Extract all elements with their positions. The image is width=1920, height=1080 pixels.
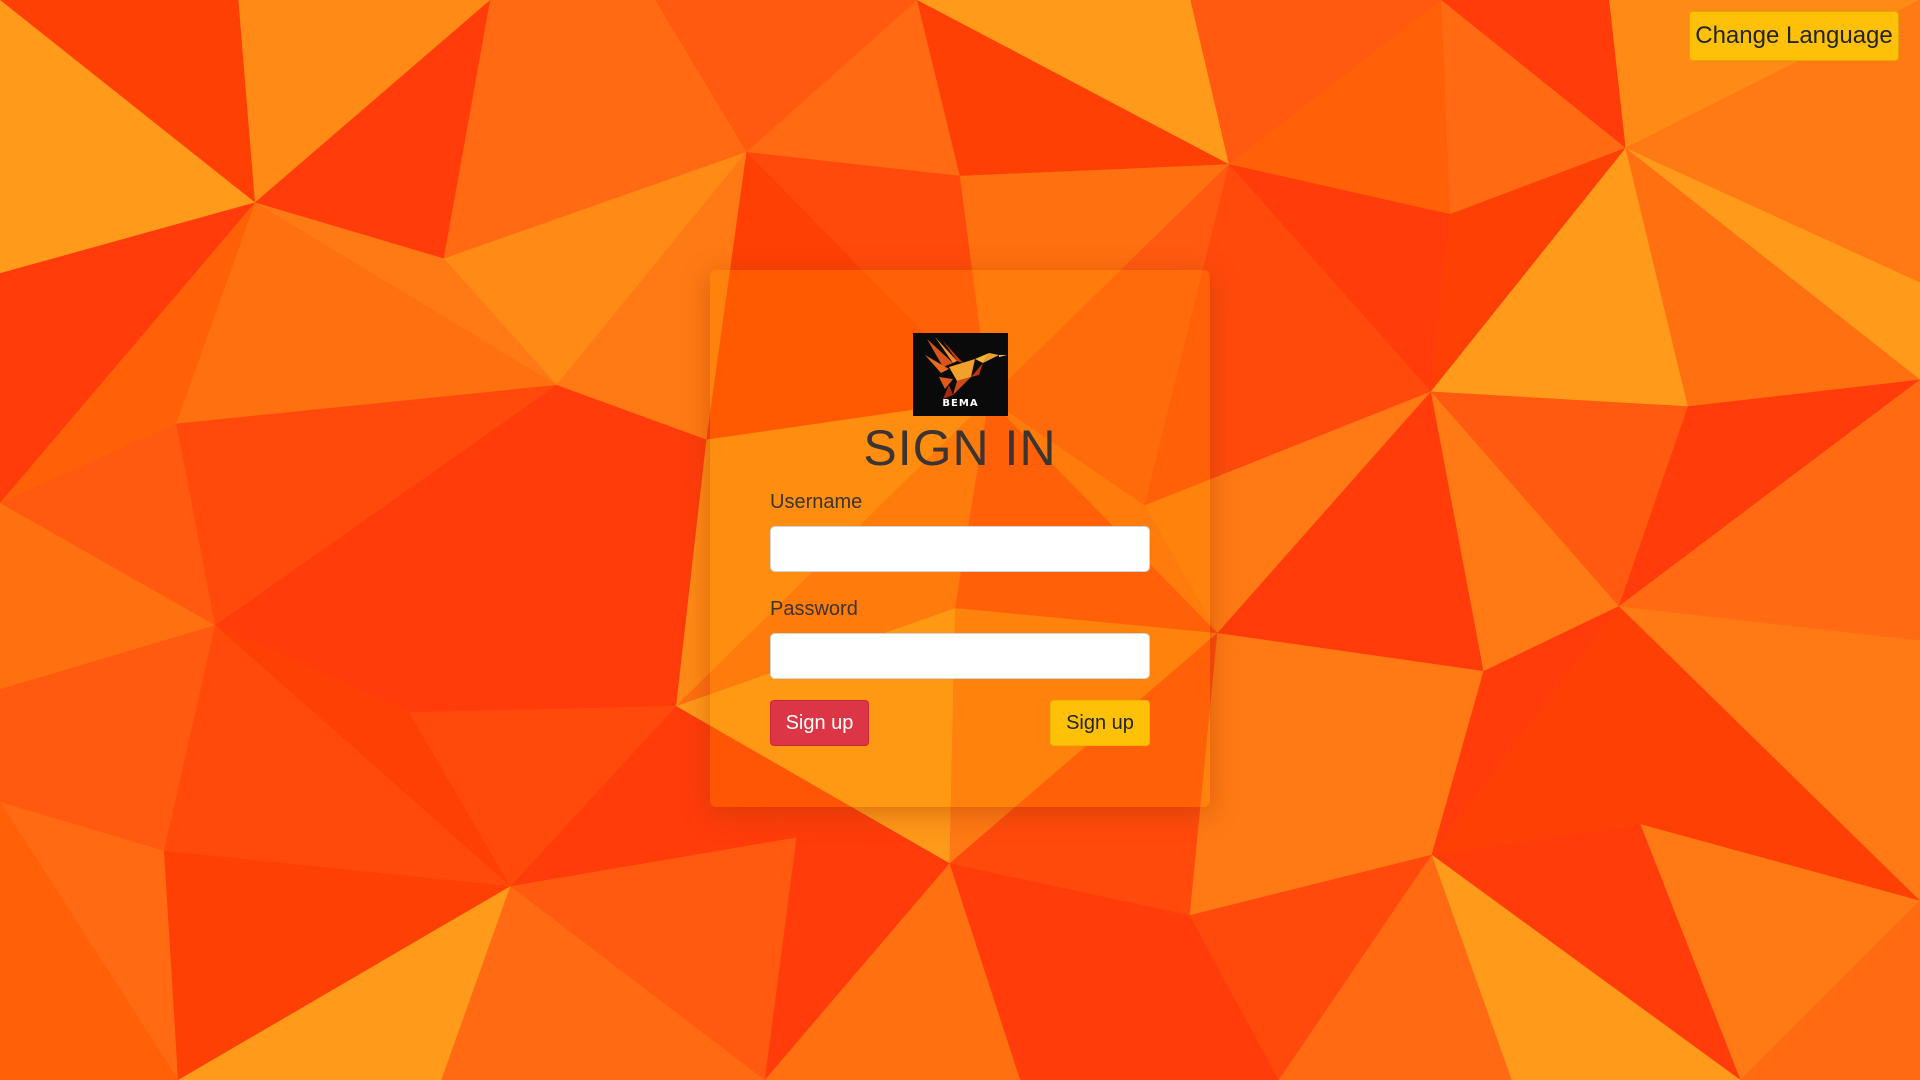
username-input[interactable] bbox=[770, 526, 1150, 572]
password-label: Password bbox=[770, 598, 858, 620]
password-input[interactable] bbox=[770, 633, 1150, 679]
hummingbird-logo-icon: BEMA bbox=[913, 333, 1008, 416]
logo-text: BEMA bbox=[942, 398, 979, 409]
change-language-button[interactable]: Change Language bbox=[1689, 11, 1899, 61]
sign-up-button-red[interactable]: Sign up bbox=[770, 700, 869, 746]
login-page: Change Language BEMA SIGN IN Username Pa… bbox=[0, 0, 1920, 1080]
page-title: SIGN IN bbox=[863, 420, 1057, 476]
sign-up-button-yellow[interactable]: Sign up bbox=[1050, 700, 1150, 746]
sign-in-card: BEMA SIGN IN Username Password Sign up S… bbox=[710, 270, 1210, 807]
username-label: Username bbox=[770, 491, 863, 513]
